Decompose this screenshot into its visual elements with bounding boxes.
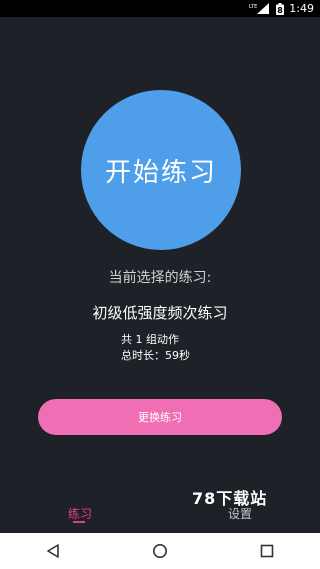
home-icon xyxy=(152,544,167,558)
status-bar: LTE 8 1:49 xyxy=(0,0,320,17)
back-button[interactable] xyxy=(33,533,73,569)
total-duration: 总时长：59秒 xyxy=(121,349,190,362)
tab-settings[interactable]: 设置 xyxy=(222,505,258,522)
active-tab-indicator xyxy=(73,521,85,523)
exercise-name: 初级低强度频次练习 xyxy=(92,304,228,322)
network-label: LTE xyxy=(249,4,257,10)
recents-icon xyxy=(260,544,273,558)
status-time: 1:49 xyxy=(289,2,314,15)
recents-button[interactable] xyxy=(247,533,287,569)
battery-label: 8 xyxy=(278,6,284,15)
group-count: 共 1 组动作 xyxy=(121,333,179,346)
change-exercise-button[interactable]: 更换练习 xyxy=(38,399,282,435)
lte-signal-icon: LTE xyxy=(249,3,271,14)
app-content: 开始练习 当前选择的练习: 初级低强度频次练习 共 1 组动作 总时长：59秒 … xyxy=(0,17,320,533)
system-nav-bar xyxy=(0,533,320,569)
current-selection-label: 当前选择的练习: xyxy=(108,270,212,286)
tab-practice[interactable]: 练习 xyxy=(65,505,95,522)
battery-icon: 8 xyxy=(276,2,285,15)
start-practice-button[interactable]: 开始练习 xyxy=(81,90,241,250)
back-icon xyxy=(47,544,60,558)
home-button[interactable] xyxy=(140,533,180,569)
change-exercise-label: 更换练习 xyxy=(138,411,182,424)
start-practice-label: 开始练习 xyxy=(104,157,217,188)
